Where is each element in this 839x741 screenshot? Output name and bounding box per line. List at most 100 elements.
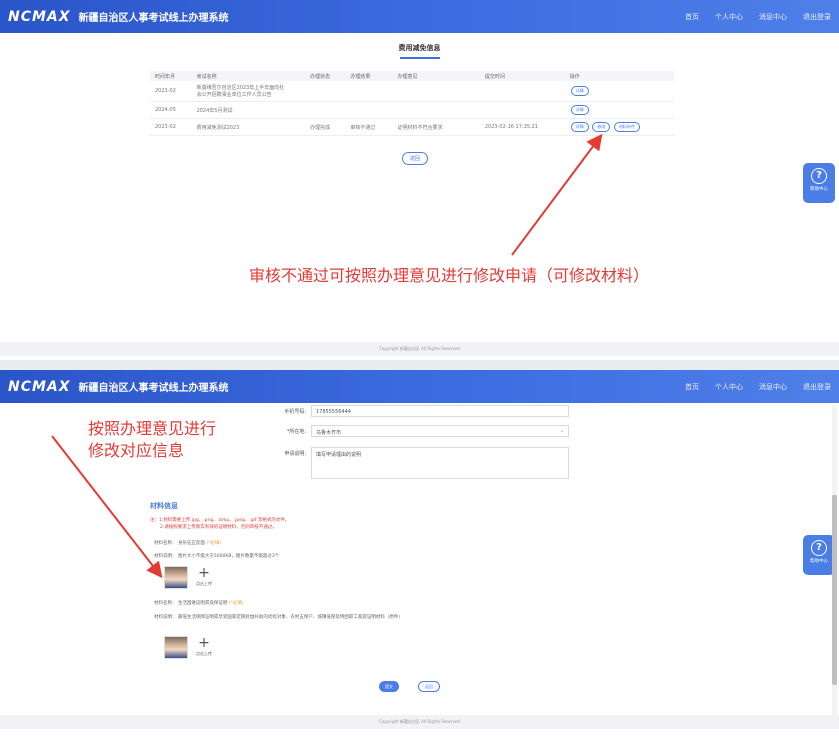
cell-time — [479, 101, 565, 119]
phone-row: 手机号码: 17855556444 — [270, 405, 569, 417]
cell-actions: 详情 — [564, 81, 674, 102]
scroll-thumb[interactable] — [832, 495, 837, 685]
cell-status — [305, 81, 346, 102]
app-header: NCMAX 新疆自治区人事考试线上办理系统 首页 个人中心 消息中心 退出登录 — [0, 370, 839, 403]
annotation-top: 审核不通过可按照办理意见进行修改申请（可修改材料） — [249, 266, 650, 285]
footer: Copyright 新疆自治区 All Rights Reserved — [0, 715, 839, 729]
nav-home[interactable]: 首页 — [685, 12, 699, 22]
region-row: *所在地: 乌鲁木齐市 ⌄ — [270, 425, 569, 437]
cell-time — [479, 81, 565, 102]
footer: Copyright 新疆自治区 All Rights Reserved — [0, 342, 839, 356]
records-table: 时间年月 考试名称 办理状态 办理结果 办理意见 提交时间 操作 2023-02… — [150, 71, 674, 136]
brand-logo: NCMAX — [8, 378, 71, 395]
col-blank — [291, 71, 305, 81]
scrollbar[interactable] — [832, 405, 837, 723]
help-label: 帮助中心 — [810, 559, 828, 564]
materials-note-1: 注：1.材料需要上传.jpg、.png、.bmp、.jpeg、.gif 等格式的… — [150, 518, 290, 523]
header-nav: 首页 个人中心 消息中心 退出登录 — [685, 382, 831, 392]
help-center-button[interactable]: ? 帮助中心 — [803, 535, 835, 575]
col-exam: 考试名称 — [191, 71, 292, 81]
phone-label: 手机号码: — [284, 409, 306, 415]
cell-date: 2023-02 — [150, 118, 192, 136]
cell-exam: 费用减免测试2023 — [191, 118, 292, 136]
nav-profile[interactable]: 个人中心 — [715, 382, 743, 392]
material-2-name: 材料名称： 生活困难证明或低保证明 (*必填) — [154, 601, 244, 606]
phone-input[interactable]: 17855556444 — [311, 405, 569, 417]
top-screenshot: NCMAX 新疆自治区人事考试线上办理系统 首页 个人中心 消息中心 退出登录 … — [0, 0, 839, 360]
bottom-screenshot: NCMAX 新疆自治区人事考试线上办理系统 首页 个人中心 消息中心 退出登录 … — [0, 370, 839, 741]
col-status: 办理状态 — [305, 71, 346, 81]
nav-profile[interactable]: 个人中心 — [715, 12, 743, 22]
help-center-button[interactable]: ? 帮助中心 — [803, 163, 835, 203]
uploaded-photo-1[interactable] — [164, 566, 188, 589]
cell-opinion — [392, 81, 467, 102]
uploaded-photo-2[interactable] — [164, 636, 188, 659]
cell-opinion: 证明材料不符合要求 — [392, 118, 467, 136]
upload-button-1[interactable]: + 点击上传 — [192, 566, 216, 589]
col-actions: 操作 — [564, 71, 674, 81]
supplement-materials-button[interactable]: 材料补传 — [613, 122, 640, 132]
cell-date: 2023-02 — [150, 81, 192, 102]
detail-button[interactable]: 详情 — [570, 122, 589, 132]
nav-logout[interactable]: 退出登录 — [803, 12, 831, 22]
title-underline — [399, 57, 440, 59]
cell-actions: 详情 修改 材料补传 — [564, 118, 674, 136]
return-button[interactable]: 返回 — [418, 681, 440, 692]
app-header: NCMAX 新疆自治区人事考试线上办理系统 首页 个人中心 消息中心 退出登录 — [0, 0, 839, 33]
region-label: *所在地: — [286, 429, 306, 435]
upload-button-2[interactable]: + 点击上传 — [192, 636, 216, 659]
reason-row: 申请说明: 填写申请理由的说明 — [270, 447, 569, 479]
region-select[interactable]: 乌鲁木齐市 ⌄ — [311, 425, 569, 437]
nav-logout[interactable]: 退出登录 — [803, 382, 831, 392]
material-1-desc: 材料说明： 图片大小不能大于5000KB，图片数量不能超过3个 — [154, 554, 280, 559]
table-row: 2024-05 2024年5月测试 详情 — [150, 101, 674, 119]
question-icon: ? — [811, 540, 827, 556]
page-title: 费用减免信息 — [398, 44, 441, 52]
col-blank2 — [466, 71, 480, 81]
nav-messages[interactable]: 消息中心 — [759, 12, 787, 22]
plus-icon: + — [198, 635, 210, 651]
cell-result: 审核不通过 — [345, 118, 393, 136]
cell-status — [305, 101, 346, 119]
cell-status: 办理完成 — [305, 118, 346, 136]
submit-button[interactable]: 提交 — [379, 681, 399, 692]
annotation-arrow-top — [511, 133, 603, 256]
header-nav: 首页 个人中心 消息中心 退出登录 — [685, 12, 831, 22]
help-label: 帮助中心 — [810, 187, 828, 192]
system-title: 新疆自治区人事考试线上办理系统 — [78, 383, 229, 394]
reason-label: 申请说明: — [284, 451, 306, 457]
annotation-bottom-line2: 修改对应信息 — [88, 441, 185, 460]
reason-textarea[interactable]: 填写申请理由的说明 — [311, 447, 569, 479]
col-date: 时间年月 — [150, 71, 192, 81]
modify-button[interactable]: 修改 — [592, 122, 611, 132]
screenshot-separator — [0, 360, 839, 370]
table-row: 2023-02 新疆维吾尔自治区2023年上半年面向社会公开招聘事业单位工作人员… — [150, 81, 674, 102]
material-1-name: 材料名称： 身份证正反面 (*必填) — [154, 541, 222, 546]
question-icon: ? — [811, 168, 827, 184]
brand-logo: NCMAX — [8, 8, 71, 25]
annotation-bottom-line1: 按照办理意见进行 — [88, 419, 217, 438]
region-value: 乌鲁木齐市 — [316, 430, 342, 436]
table-header-row: 时间年月 考试名称 办理状态 办理结果 办理意见 提交时间 操作 — [150, 71, 674, 81]
detail-button[interactable]: 详情 — [570, 105, 589, 115]
cell-opinion — [392, 101, 467, 119]
nav-messages[interactable]: 消息中心 — [759, 382, 787, 392]
cell-result — [345, 101, 393, 119]
cell-exam: 2024年5月测试 — [191, 101, 292, 119]
nav-home[interactable]: 首页 — [685, 382, 699, 392]
col-opinion: 办理意见 — [392, 71, 467, 81]
material-2-desc: 材料说明： 最低生活保障证明或享受国家定期抚恤补助的优抚对象、农村五保户、城镇低… — [154, 615, 403, 620]
cell-actions: 详情 — [564, 101, 674, 119]
detail-button[interactable]: 详情 — [570, 86, 589, 96]
cell-time: 2023-02-16 17:35:21 — [479, 118, 565, 136]
table-row: 2023-02 费用减免测试2023 办理完成 审核不通过 证明材料不符合要求 … — [150, 118, 674, 136]
plus-icon: + — [198, 565, 210, 581]
materials-title: 材料信息 — [150, 502, 178, 510]
chevron-down-icon: ⌄ — [559, 428, 564, 434]
col-time: 提交时间 — [479, 71, 565, 81]
cell-result — [345, 81, 393, 102]
back-button[interactable]: 返回 — [402, 152, 429, 165]
cell-exam: 新疆维吾尔自治区2023年上半年面向社会公开招聘事业单位工作人员公告 — [191, 81, 292, 102]
col-result: 办理结果 — [345, 71, 393, 81]
cell-date: 2024-05 — [150, 101, 192, 119]
